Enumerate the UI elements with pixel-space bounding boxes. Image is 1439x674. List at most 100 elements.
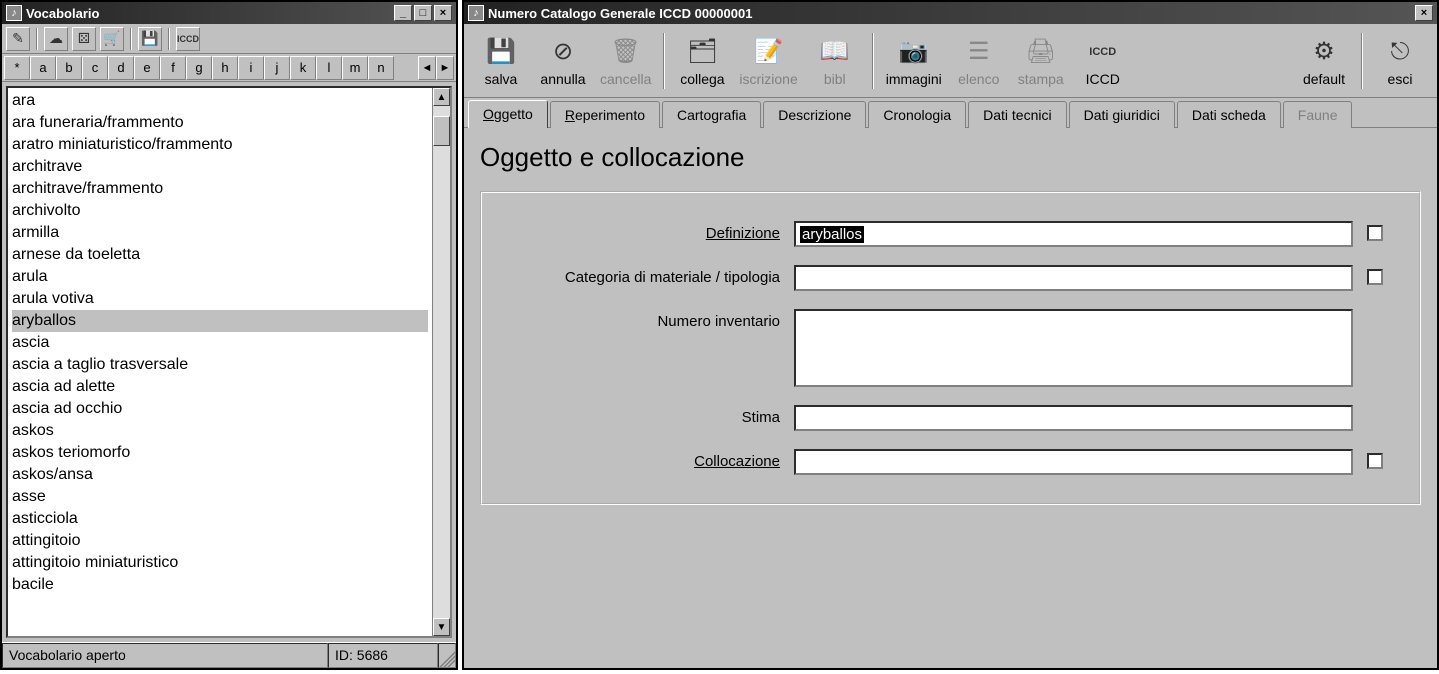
- tab-reperimento[interactable]: Reperimento: [550, 101, 660, 128]
- tool-icon-2[interactable]: ☁: [44, 27, 68, 51]
- list-item[interactable]: arula votiva: [12, 288, 428, 310]
- vocabolario-statusbar: Vocabolario aperto ID: 5686: [2, 642, 456, 668]
- alpha-tab-f[interactable]: f: [160, 56, 186, 80]
- toolbar-stampa-button: 🖨stampa: [1012, 31, 1070, 91]
- toolbar-default-button[interactable]: ⚙ default: [1295, 31, 1353, 91]
- tab-faune: Faune: [1283, 101, 1353, 128]
- toolbar-collega-button[interactable]: 🗂collega: [673, 31, 731, 91]
- scroll-track[interactable]: [433, 106, 450, 618]
- tool-icon-3[interactable]: ⚄: [72, 27, 96, 51]
- alpha-tab-h[interactable]: h: [212, 56, 238, 80]
- toolbar-cancella-button: 🗑cancella: [596, 31, 655, 91]
- cancella-icon: 🗑: [609, 35, 643, 69]
- scroll-down-button[interactable]: ▼: [433, 618, 450, 636]
- esci-label: esci: [1388, 71, 1413, 87]
- checkbox-definizione[interactable]: [1367, 225, 1383, 241]
- tab-dati-scheda[interactable]: Dati scheda: [1177, 101, 1281, 128]
- label-collocazione: Collocazione: [504, 449, 794, 470]
- tool-icon-1[interactable]: ✎: [6, 27, 30, 51]
- tab-cronologia[interactable]: Cronologia: [868, 101, 966, 128]
- list-item[interactable]: bacile: [12, 574, 428, 596]
- list-item[interactable]: asse: [12, 486, 428, 508]
- toolbar-separator: [130, 28, 132, 50]
- vertical-scrollbar[interactable]: ▲ ▼: [432, 88, 450, 636]
- alpha-tab-m[interactable]: m: [342, 56, 368, 80]
- list-item[interactable]: attingitoio: [12, 530, 428, 552]
- tab-descrizione[interactable]: Descrizione: [763, 101, 866, 128]
- input-collocazione[interactable]: [794, 449, 1353, 475]
- alpha-tab-i[interactable]: i: [238, 56, 264, 80]
- list-item[interactable]: ascia a taglio trasversale: [12, 354, 428, 376]
- alpha-tab-d[interactable]: d: [108, 56, 134, 80]
- list-item[interactable]: archivolto: [12, 200, 428, 222]
- iccd-icon[interactable]: ICCD: [176, 27, 200, 51]
- list-item[interactable]: ascia ad alette: [12, 376, 428, 398]
- list-item[interactable]: attingitoio miniaturistico: [12, 552, 428, 574]
- tab-oggetto[interactable]: Oggetto: [468, 100, 548, 128]
- alpha-tab-l[interactable]: l: [316, 56, 342, 80]
- list-item[interactable]: askos: [12, 420, 428, 442]
- maximize-button[interactable]: □: [414, 5, 432, 21]
- toolbar-annulla-button[interactable]: ⊘annulla: [534, 31, 592, 91]
- input-numero-inventario[interactable]: [794, 309, 1353, 387]
- alpha-tab-e[interactable]: e: [134, 56, 160, 80]
- scroll-up-button[interactable]: ▲: [433, 88, 450, 106]
- tab-dati-tecnici[interactable]: Dati tecnici: [968, 101, 1066, 128]
- list-item[interactable]: arula: [12, 266, 428, 288]
- list-item[interactable]: arnese da toeletta: [12, 244, 428, 266]
- list-item[interactable]: askos teriomorfo: [12, 442, 428, 464]
- alphabet-tabs: * abcdefghijklmn ◄ ►: [2, 54, 456, 82]
- catalogo-window: ♪ Numero Catalogo Generale ICCD 00000001…: [462, 0, 1439, 670]
- checkbox-collocazione[interactable]: [1367, 453, 1383, 469]
- bibl-label: bibl: [824, 71, 846, 87]
- close-button[interactable]: ×: [1415, 5, 1433, 21]
- alpha-tab-a[interactable]: a: [30, 56, 56, 80]
- vocabolario-list[interactable]: araara funeraria/frammentoaratro miniatu…: [8, 88, 432, 636]
- list-item[interactable]: armilla: [12, 222, 428, 244]
- tool-icon-4[interactable]: 🛒: [100, 27, 124, 51]
- resize-grip[interactable]: [438, 643, 456, 668]
- alpha-tab-g[interactable]: g: [186, 56, 212, 80]
- default-label: default: [1303, 71, 1345, 87]
- input-categoria[interactable]: [794, 265, 1353, 291]
- alpha-tab-star[interactable]: *: [4, 56, 30, 80]
- alpha-tab-b[interactable]: b: [56, 56, 82, 80]
- salva-label: salva: [485, 71, 518, 87]
- list-item[interactable]: asticciola: [12, 508, 428, 530]
- close-button[interactable]: ×: [434, 5, 452, 21]
- list-item[interactable]: ascia: [12, 332, 428, 354]
- toolbar-iscrizione-button: 📝iscrizione: [735, 31, 801, 91]
- alpha-tab-n[interactable]: n: [368, 56, 394, 80]
- list-item[interactable]: ascia ad occhio: [12, 398, 428, 420]
- input-stima[interactable]: [794, 405, 1353, 431]
- alpha-tab-c[interactable]: c: [82, 56, 108, 80]
- tabs-row: OggettoReperimentoCartografiaDescrizione…: [464, 98, 1437, 128]
- alpha-tab-k[interactable]: k: [290, 56, 316, 80]
- toolbar-esci-button[interactable]: ⎋esci: [1371, 31, 1429, 91]
- list-item[interactable]: architrave: [12, 156, 428, 178]
- toolbar-iccd-button[interactable]: ICCDICCD: [1074, 31, 1132, 91]
- catalogo-title: Numero Catalogo Generale ICCD 00000001: [488, 6, 1415, 21]
- row-collocazione: Collocazione: [504, 449, 1397, 475]
- list-item[interactable]: aryballos: [12, 310, 428, 332]
- default-icon: ⚙: [1307, 35, 1341, 69]
- list-item[interactable]: architrave/frammento: [12, 178, 428, 200]
- tab-dati-giuridici[interactable]: Dati giuridici: [1069, 101, 1175, 128]
- list-item[interactable]: ara funeraria/frammento: [12, 112, 428, 134]
- minimize-button[interactable]: _: [394, 5, 412, 21]
- list-item[interactable]: aratro miniaturistico/frammento: [12, 134, 428, 156]
- scroll-thumb[interactable]: [433, 116, 450, 146]
- input-definizione[interactable]: aryballos: [794, 221, 1353, 247]
- list-item[interactable]: ara: [12, 90, 428, 112]
- stampa-icon: 🖨: [1024, 35, 1058, 69]
- immagini-icon: 📷: [897, 35, 931, 69]
- alpha-scroll-left[interactable]: ◄: [418, 56, 436, 80]
- toolbar-immagini-button[interactable]: 📷immagini: [882, 31, 946, 91]
- tab-cartografia[interactable]: Cartografia: [662, 101, 761, 128]
- list-item[interactable]: askos/ansa: [12, 464, 428, 486]
- tool-icon-5[interactable]: 💾: [138, 27, 162, 51]
- checkbox-categoria[interactable]: [1367, 269, 1383, 285]
- alpha-scroll-right[interactable]: ►: [436, 56, 454, 80]
- alpha-tab-j[interactable]: j: [264, 56, 290, 80]
- toolbar-salva-button[interactable]: 💾salva: [472, 31, 530, 91]
